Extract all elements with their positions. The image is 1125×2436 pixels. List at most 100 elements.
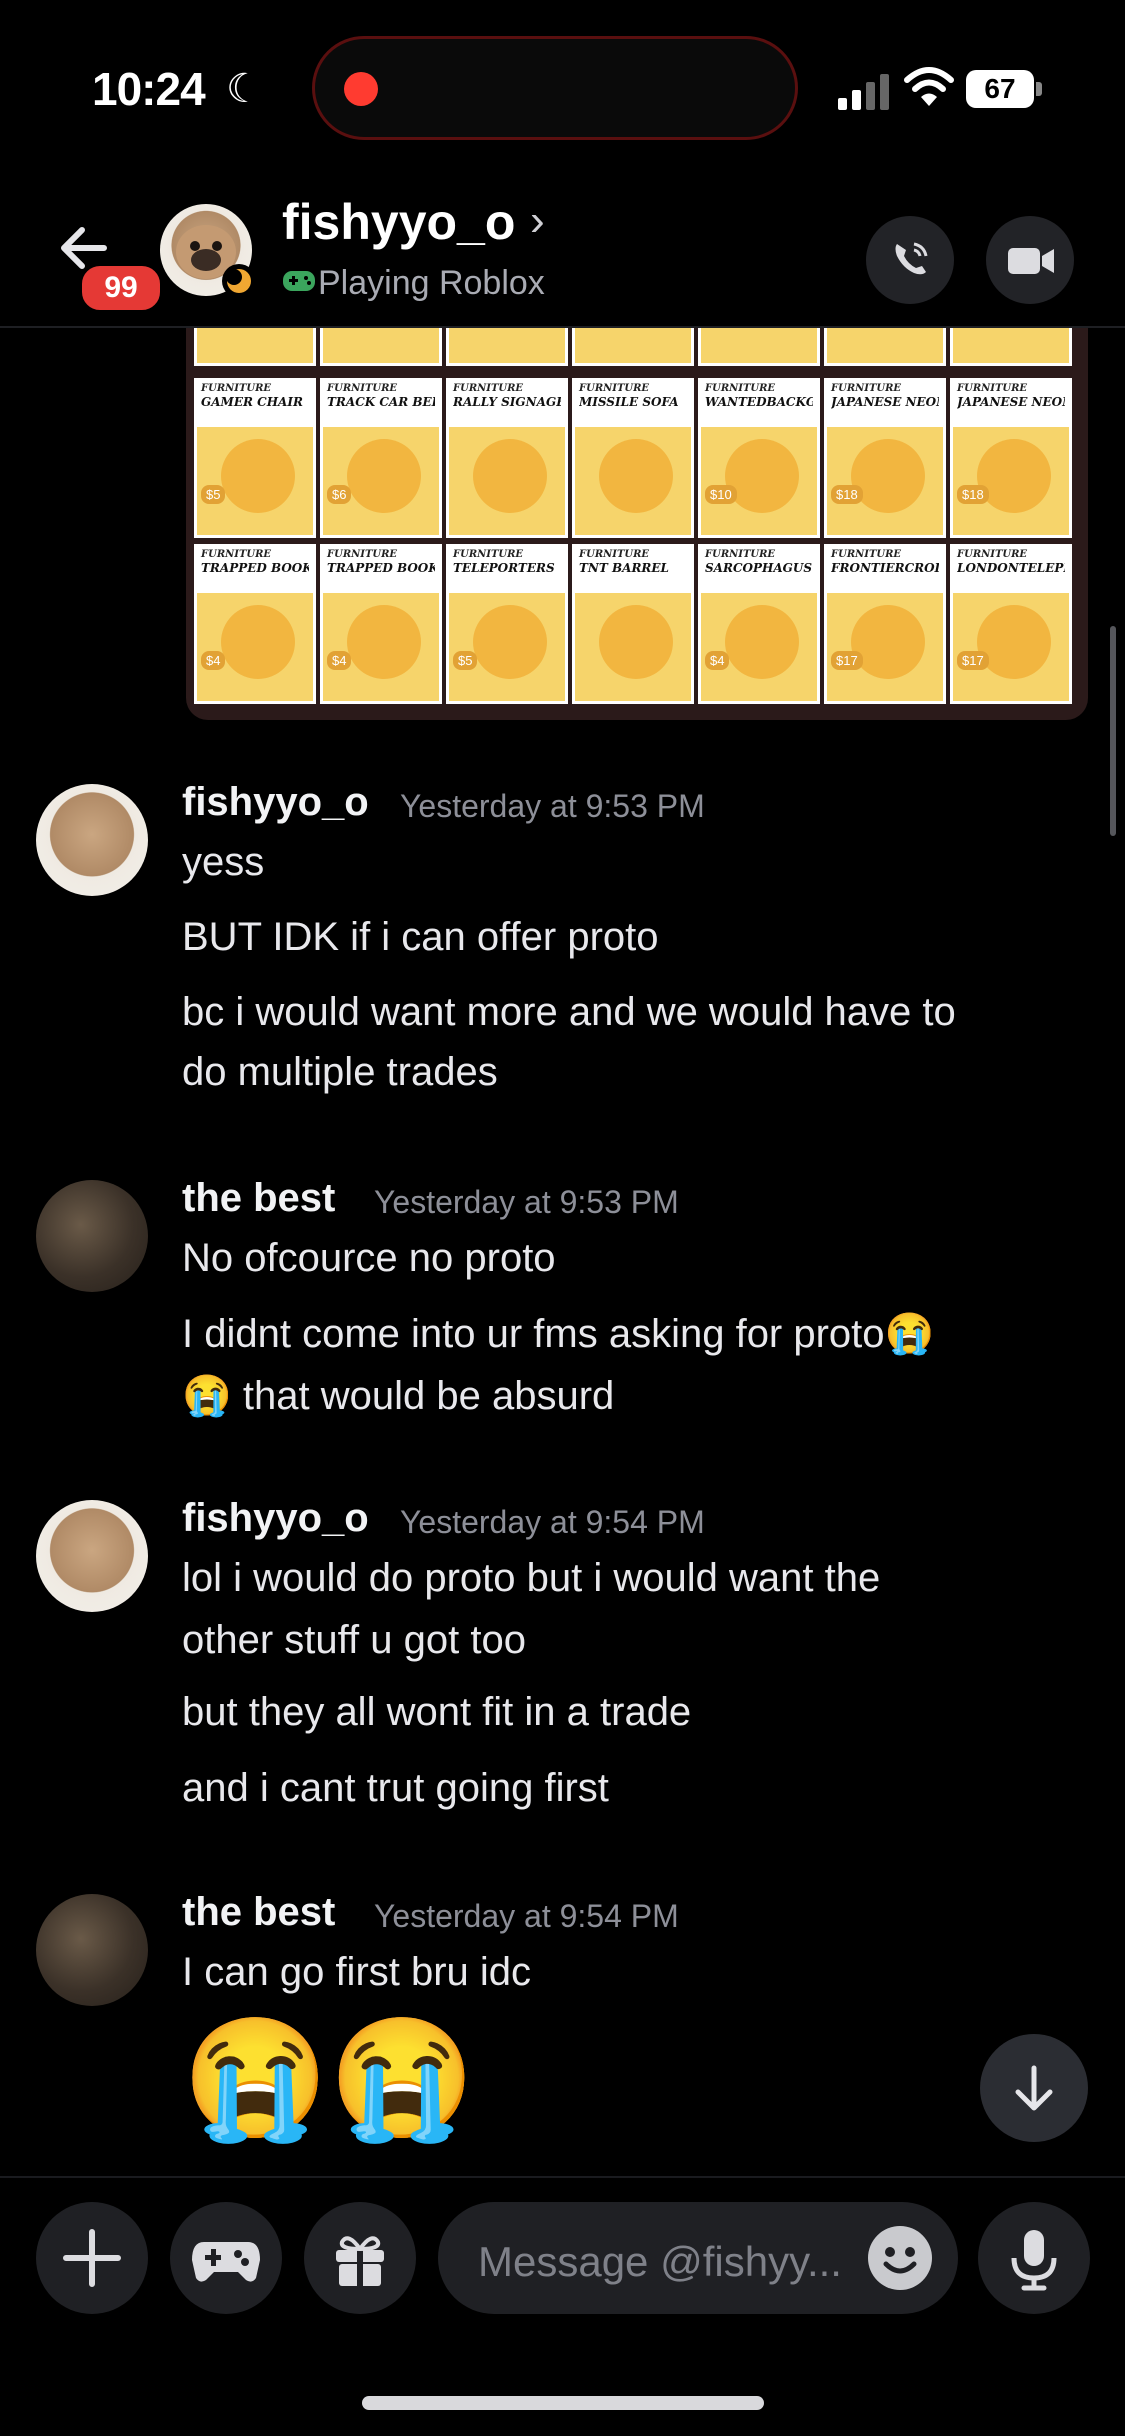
activity-status: Playing Roblox bbox=[318, 264, 545, 302]
item-name: WANTEDBACKGROUND bbox=[705, 395, 813, 409]
item-card: FURNITURE GAMER CHAIR $5 bbox=[194, 378, 316, 538]
wifi-icon bbox=[904, 67, 954, 106]
item-category: FURNITURE bbox=[327, 549, 398, 560]
item-card: FURNITURE TRACK CAR BED $6 bbox=[320, 378, 442, 538]
message-avatar[interactable] bbox=[36, 1894, 148, 2006]
item-card: FURNITURELONDONTELEPHONESOFA $17 bbox=[950, 544, 1072, 704]
voice-call-button[interactable] bbox=[866, 216, 954, 304]
message-text: bc i would want more and we would have t… bbox=[182, 990, 956, 1034]
item-price: $17 bbox=[831, 651, 863, 670]
message-text: No ofcource no proto bbox=[182, 1236, 556, 1280]
item-name: FRONTIERCROISSANTSOFA bbox=[831, 561, 939, 575]
item-category: FURNITURE bbox=[831, 383, 902, 394]
item-name: TRAPPED BOOKSHELF bbox=[327, 561, 435, 575]
item-card-partial bbox=[320, 328, 442, 366]
item-thumbnail bbox=[851, 605, 925, 679]
message-input-placeholder[interactable]: Message @fishyy... bbox=[478, 2238, 842, 2286]
message-timestamp: Yesterday at 9:54 PM bbox=[374, 1898, 679, 1934]
message-text: I didnt come into ur fms asking for prot… bbox=[182, 1312, 935, 1356]
moon-icon: ☾ bbox=[226, 67, 262, 111]
item-category: FURNITURE bbox=[327, 383, 398, 394]
message-author[interactable]: fishyyo_o bbox=[182, 1496, 369, 1541]
message-avatar[interactable] bbox=[36, 1500, 148, 1612]
microphone-icon bbox=[1011, 2230, 1057, 2291]
message-author[interactable]: the best bbox=[182, 1890, 335, 1935]
item-name: TRAPPED BOOKSHELF bbox=[201, 561, 309, 575]
item-card: FURNITURE MISSILE SOFA bbox=[572, 378, 694, 538]
message-text: lol i would do proto but i would want th… bbox=[182, 1556, 881, 1600]
item-price: $5 bbox=[201, 485, 226, 504]
jump-to-bottom-button[interactable] bbox=[980, 2034, 1088, 2142]
item-card: FURNITURETRAPPED BOOKSHELF $4 bbox=[194, 544, 316, 704]
item-thumbnail bbox=[725, 439, 799, 513]
message-text: other stuff u got too bbox=[182, 1618, 526, 1662]
chevron-right-icon[interactable]: › bbox=[530, 196, 545, 246]
phone-icon bbox=[895, 242, 928, 275]
message-timestamp: Yesterday at 9:54 PM bbox=[400, 1504, 705, 1540]
status-time: 10:24 bbox=[92, 63, 206, 115]
item-thumbnail bbox=[599, 605, 673, 679]
message-author[interactable]: fishyyo_o bbox=[182, 780, 369, 825]
item-price: $4 bbox=[327, 651, 352, 670]
item-price: $17 bbox=[957, 651, 989, 670]
item-thumbnail bbox=[473, 439, 547, 513]
item-name: JAPANESE NEON SIGN bbox=[957, 395, 1065, 409]
item-category: FURNITURE bbox=[579, 383, 650, 394]
smiley-icon[interactable] bbox=[868, 2226, 932, 2290]
item-thumbnail bbox=[725, 605, 799, 679]
item-card: FURNITURETRAPPED BOOKSHELF $4 bbox=[320, 544, 442, 704]
gift-icon bbox=[336, 2236, 384, 2286]
item-thumbnail bbox=[977, 605, 1051, 679]
item-card: FURNITUREWANTEDBACKGROUND $10 bbox=[698, 378, 820, 538]
item-card-partial bbox=[194, 328, 316, 366]
item-card-partial bbox=[698, 328, 820, 366]
composer-divider bbox=[0, 2176, 1125, 2178]
item-card: FURNITUREJAPANESE NEON SIGN $18 bbox=[950, 378, 1072, 538]
item-card: FURNITURE TNT BARREL bbox=[572, 544, 694, 704]
video-call-button[interactable] bbox=[986, 216, 1074, 304]
gamepad-icon bbox=[192, 2242, 260, 2282]
add-attachment-button[interactable] bbox=[36, 2202, 148, 2314]
item-card-partial bbox=[950, 328, 1072, 366]
item-card-partial bbox=[824, 328, 946, 366]
item-name: GAMER CHAIR bbox=[201, 395, 303, 409]
shared-image[interactable]: FURNITURE GAMER CHAIR $5 FURNITURE TRACK CAR… bbox=[186, 328, 1088, 720]
item-category: FURNITURE bbox=[453, 383, 524, 394]
item-category: FURNITURE bbox=[201, 549, 272, 560]
gift-button[interactable] bbox=[304, 2202, 416, 2314]
cellular-signal-icon bbox=[838, 72, 890, 110]
video-camera-icon bbox=[1008, 248, 1054, 274]
plus-icon bbox=[63, 2229, 121, 2287]
item-price: $5 bbox=[453, 651, 478, 670]
dynamic-island bbox=[312, 36, 798, 140]
gamepad-activity-icon bbox=[283, 271, 315, 291]
message-text: BUT IDK if i can offer proto bbox=[182, 915, 659, 959]
item-name: TELEPORTERS bbox=[453, 561, 555, 575]
message-avatar[interactable] bbox=[36, 784, 148, 896]
emoji-message: 😭😭 bbox=[182, 2013, 476, 2145]
item-category: FURNITURE bbox=[705, 383, 776, 394]
home-indicator bbox=[362, 2396, 764, 2410]
item-card: FURNITURESARCOPHAGUS BED $4 bbox=[698, 544, 820, 704]
item-category: FURNITURE bbox=[201, 383, 272, 394]
message-avatar[interactable] bbox=[36, 1180, 148, 1292]
item-category: FURNITURE bbox=[579, 549, 650, 560]
item-category: FURNITURE bbox=[957, 383, 1028, 394]
item-name: LONDONTELEPHONESOFA bbox=[957, 561, 1065, 575]
message-text: 😭 that would be absurd bbox=[182, 1374, 615, 1418]
item-card: FURNITURE RALLY SIGNAGE bbox=[446, 378, 568, 538]
dm-username[interactable]: fishyyo_o bbox=[282, 193, 515, 251]
item-price: $18 bbox=[957, 485, 989, 504]
item-name: TRACK CAR BED bbox=[327, 395, 435, 409]
item-name: MISSILE SOFA bbox=[579, 395, 679, 409]
message-timestamp: Yesterday at 9:53 PM bbox=[374, 1184, 679, 1220]
item-thumbnail bbox=[977, 439, 1051, 513]
voice-message-button[interactable] bbox=[978, 2202, 1090, 2314]
activities-button[interactable] bbox=[170, 2202, 282, 2314]
recording-dot-icon bbox=[344, 72, 378, 106]
scrollbar[interactable] bbox=[1110, 626, 1116, 836]
item-category: FURNITURE bbox=[957, 549, 1028, 560]
message-author[interactable]: the best bbox=[182, 1176, 335, 1221]
item-price: $4 bbox=[201, 651, 226, 670]
item-thumbnail bbox=[851, 439, 925, 513]
